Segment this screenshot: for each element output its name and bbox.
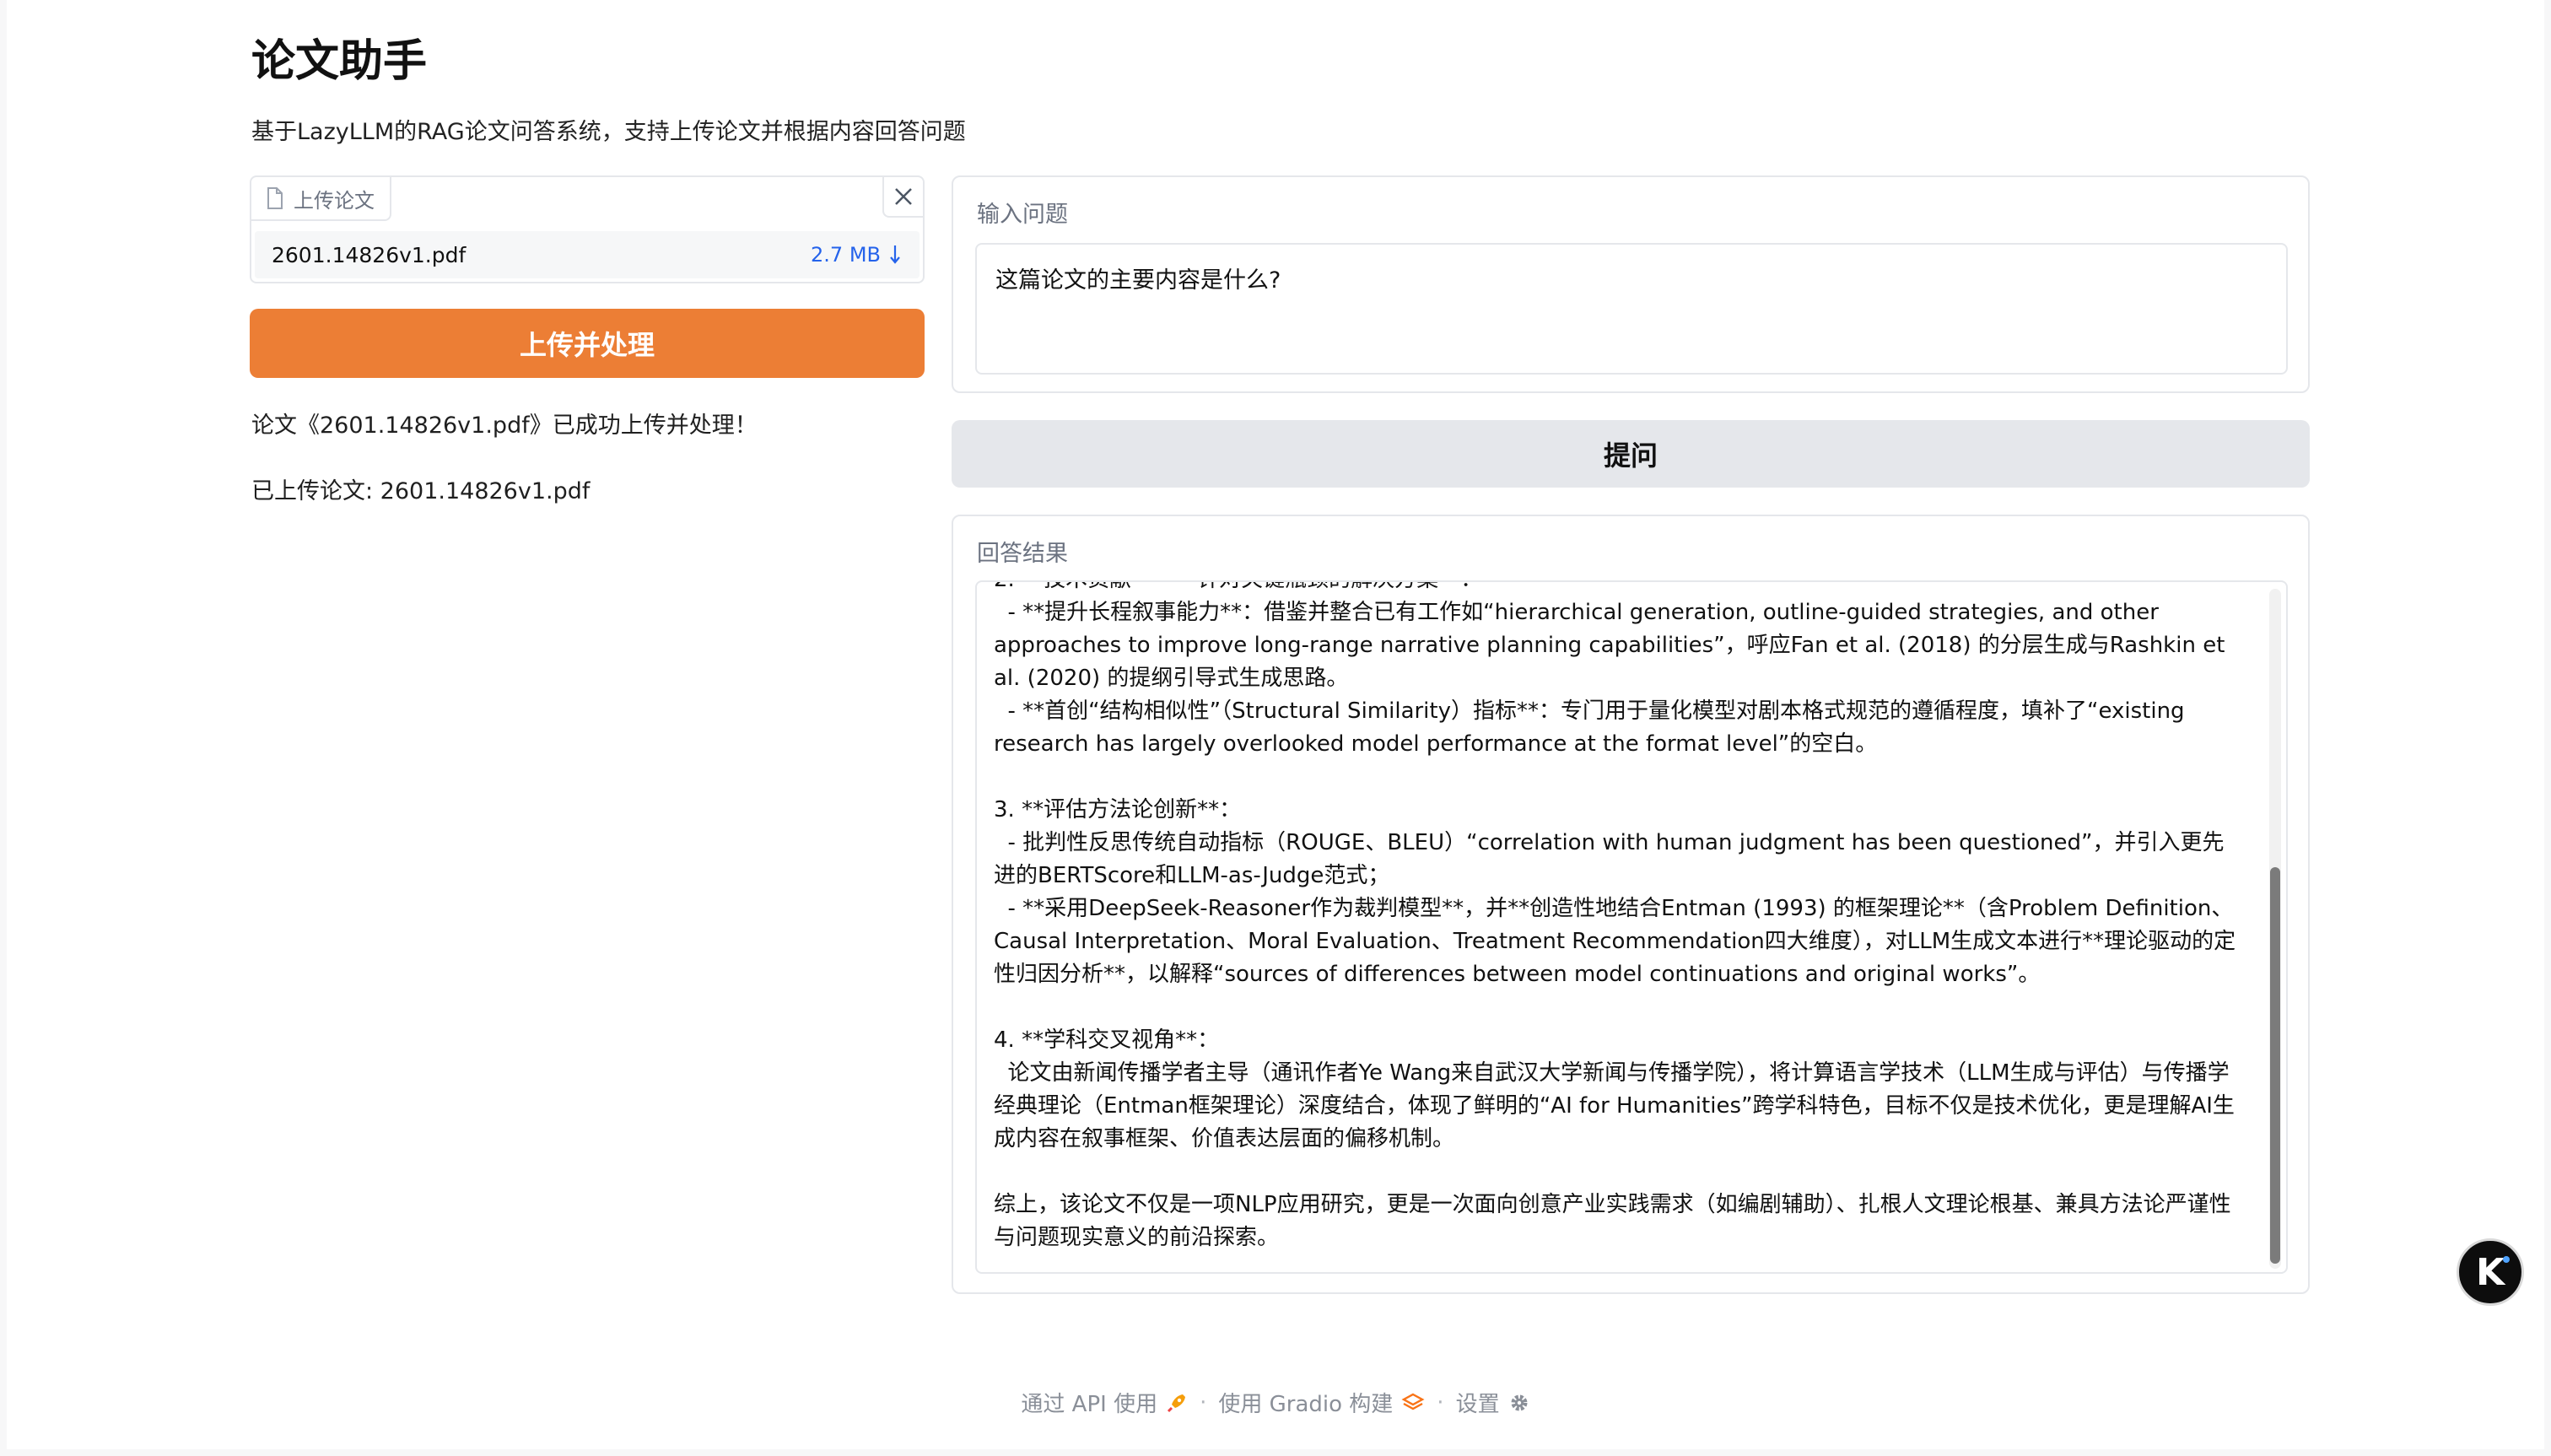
uploaded-paper-label: 已上传论文: 2601.14826v1.pdf [251, 478, 591, 504]
file-upload[interactable]: 上传论文 2601.14826v1.pdf 2.7 MB [250, 175, 925, 283]
k-badge-dot [2503, 1256, 2510, 1263]
upload-label: 上传论文 [294, 188, 375, 213]
api-link[interactable]: 通过 API 使用 [1021, 1387, 1188, 1418]
footer-separator: · [1437, 1389, 1444, 1416]
answer-panel: 回答结果 2. **技术贡献**——针对关键瓶颈的解决方案**： - **提升长… [952, 515, 2310, 1294]
ask-button[interactable]: 提问 [952, 420, 2310, 488]
gradio-link[interactable]: 使用 Gradio 构建 [1218, 1387, 1425, 1418]
upload-tab: 上传论文 [251, 177, 391, 221]
file-name: 2601.14826v1.pdf [272, 242, 467, 267]
k-assistant-button[interactable]: K [2457, 1238, 2524, 1306]
upload-process-button[interactable]: 上传并处理 [250, 309, 925, 378]
settings-link-label: 设置 [1455, 1392, 1500, 1417]
file-download-link[interactable]: 2.7 MB [811, 243, 901, 267]
file-size: 2.7 MB [811, 243, 881, 267]
question-panel: 输入问题 [952, 175, 2310, 393]
download-arrow-icon [890, 245, 900, 264]
rocket-icon [1168, 1394, 1186, 1412]
gradio-logo-icon [1401, 1393, 1425, 1410]
file-icon [267, 187, 283, 209]
api-link-label: 通过 API 使用 [1021, 1392, 1158, 1417]
answer-textbox[interactable]: 2. **技术贡献**——针对关键瓶颈的解决方案**： - **提升长程叙事能力… [975, 580, 2288, 1274]
footer: 通过 API 使用 · 使用 Gradio 构建 · 设置 [7, 1387, 2544, 1418]
answer-text: 2. **技术贡献**——针对关键瓶颈的解决方案**： - **提升长程叙事能力… [994, 582, 2236, 1250]
clear-file-button[interactable] [882, 177, 923, 218]
k-badge-letter: K [2475, 1250, 2505, 1294]
answer-scrollbar[interactable] [2269, 589, 2281, 1269]
page-subtitle: 基于LazyLLM的RAG论文问答系统，支持上传论文并根据内容回答问题 [251, 119, 966, 145]
footer-separator: · [1200, 1389, 1207, 1416]
question-input[interactable] [975, 243, 2288, 375]
close-icon [895, 188, 912, 205]
app-page: 论文助手 基于LazyLLM的RAG论文问答系统，支持上传论文并根据内容回答问题… [7, 0, 2544, 1449]
scrollbar-thumb[interactable] [2270, 867, 2280, 1264]
question-label: 输入问题 [977, 202, 1068, 228]
answer-label: 回答结果 [977, 541, 1068, 567]
settings-link[interactable]: 设置 [1456, 1387, 1530, 1418]
upload-status-message: 论文《2601.14826v1.pdf》已成功上传并处理！ [251, 413, 758, 439]
uploaded-file-row: 2601.14826v1.pdf 2.7 MB [255, 231, 920, 278]
gear-icon [1511, 1394, 1528, 1410]
gradio-link-label: 使用 Gradio 构建 [1218, 1392, 1394, 1417]
page-title: 论文助手 [251, 36, 428, 87]
